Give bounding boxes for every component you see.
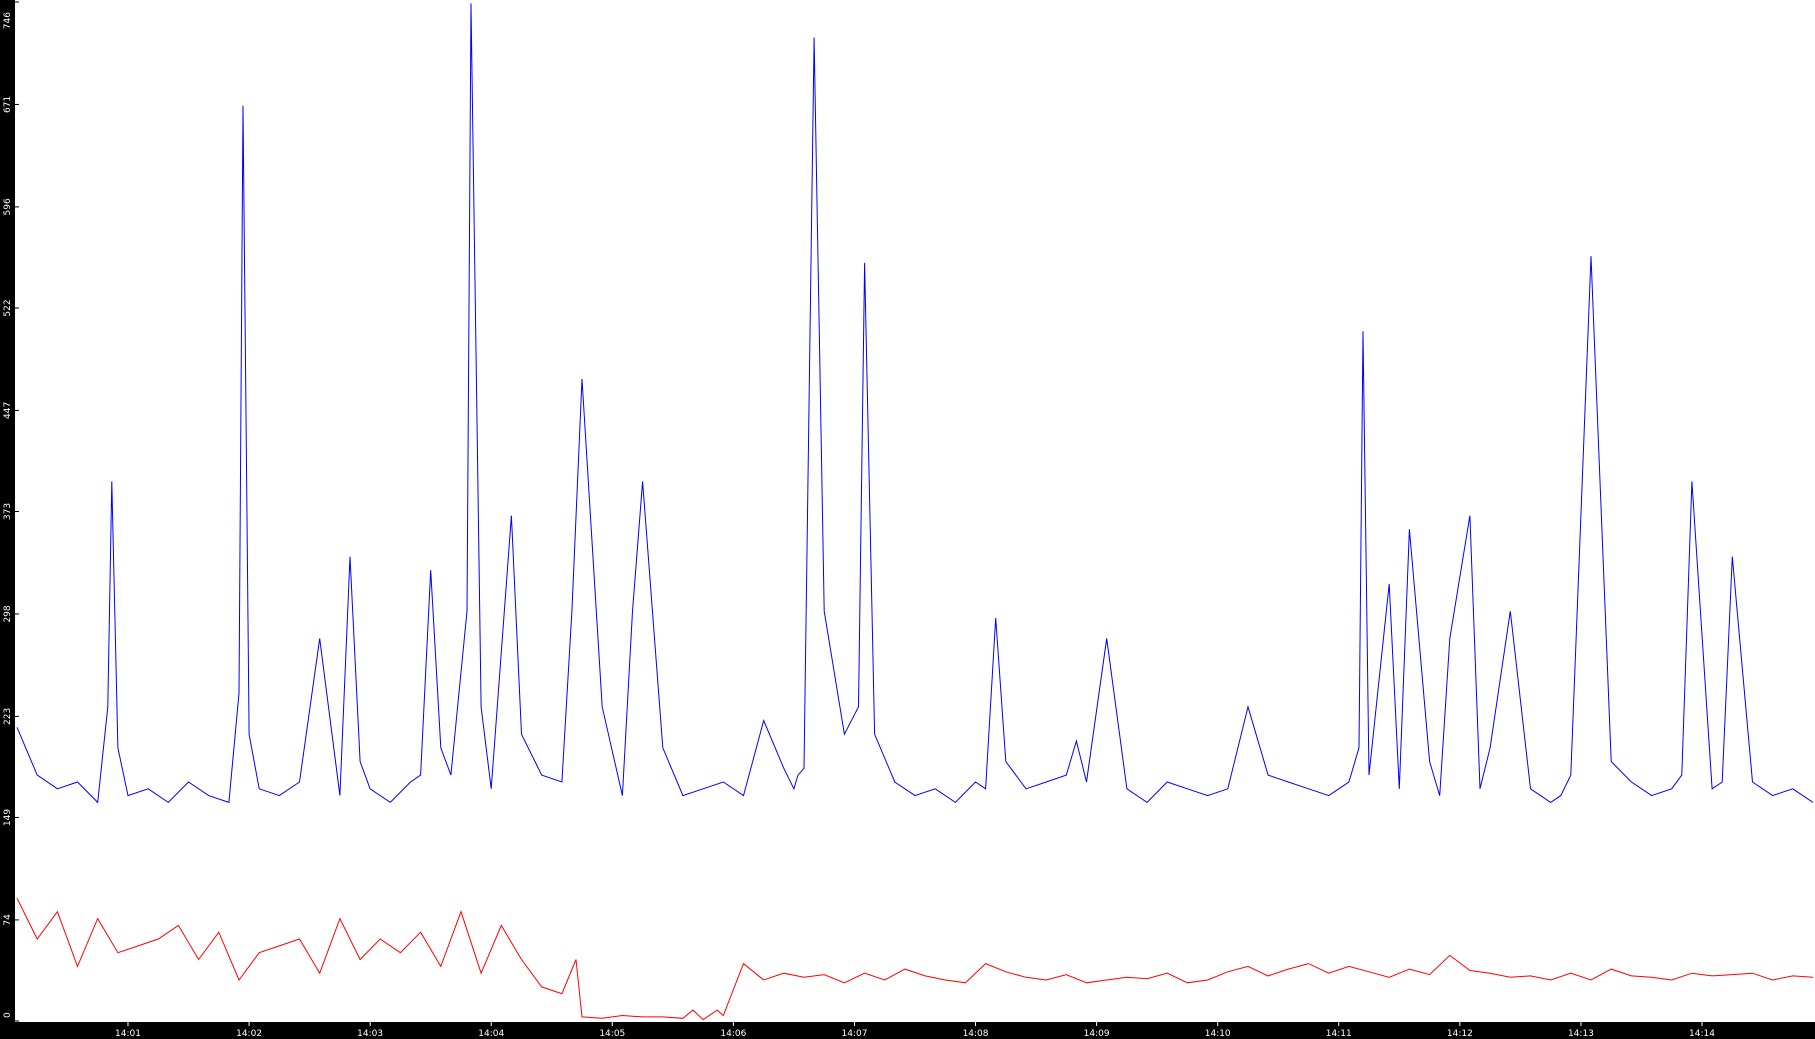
y-tick-label: 74: [3, 914, 13, 926]
y-tick-label: 671: [3, 96, 13, 113]
x-tick-label: 14:11: [1326, 1029, 1352, 1039]
x-tick-label: 14:04: [478, 1029, 504, 1039]
x-tick-label: 14:01: [115, 1029, 141, 1039]
x-tick-label: 14:02: [236, 1029, 262, 1039]
y-tick-label: 149: [3, 809, 13, 826]
y-tick-label: 522: [3, 299, 13, 316]
x-tick-label: 14:08: [963, 1029, 989, 1039]
time-series-chart: 0 74 149 223 298 373 447 522 596 671 746 14:01 14:0…: [0, 0, 1815, 1039]
y-tick-label: 596: [3, 198, 13, 215]
y-tick-label: 298: [3, 605, 13, 622]
x-tick-label: 14:14: [1689, 1029, 1715, 1039]
x-tick-label: 14:13: [1568, 1029, 1594, 1039]
y-tick-label: 746: [3, 12, 13, 29]
y-tick-label: 373: [3, 503, 13, 520]
x-tick-label: 14:06: [720, 1029, 746, 1039]
x-tick-label: 14:10: [1205, 1029, 1231, 1039]
x-tick-label: 14:12: [1447, 1029, 1473, 1039]
x-tick-label: 14:07: [841, 1029, 867, 1039]
plot-background: [0, 0, 1815, 1039]
y-tick-label: 223: [3, 708, 13, 725]
x-tick-label: 14:03: [357, 1029, 383, 1039]
x-axis-bar: [0, 1022, 1815, 1039]
y-tick-label: 447: [3, 402, 13, 419]
y-tick-label: 0: [3, 1012, 13, 1018]
x-tick-label: 14:09: [1084, 1029, 1110, 1039]
x-tick-label: 14:05: [599, 1029, 625, 1039]
